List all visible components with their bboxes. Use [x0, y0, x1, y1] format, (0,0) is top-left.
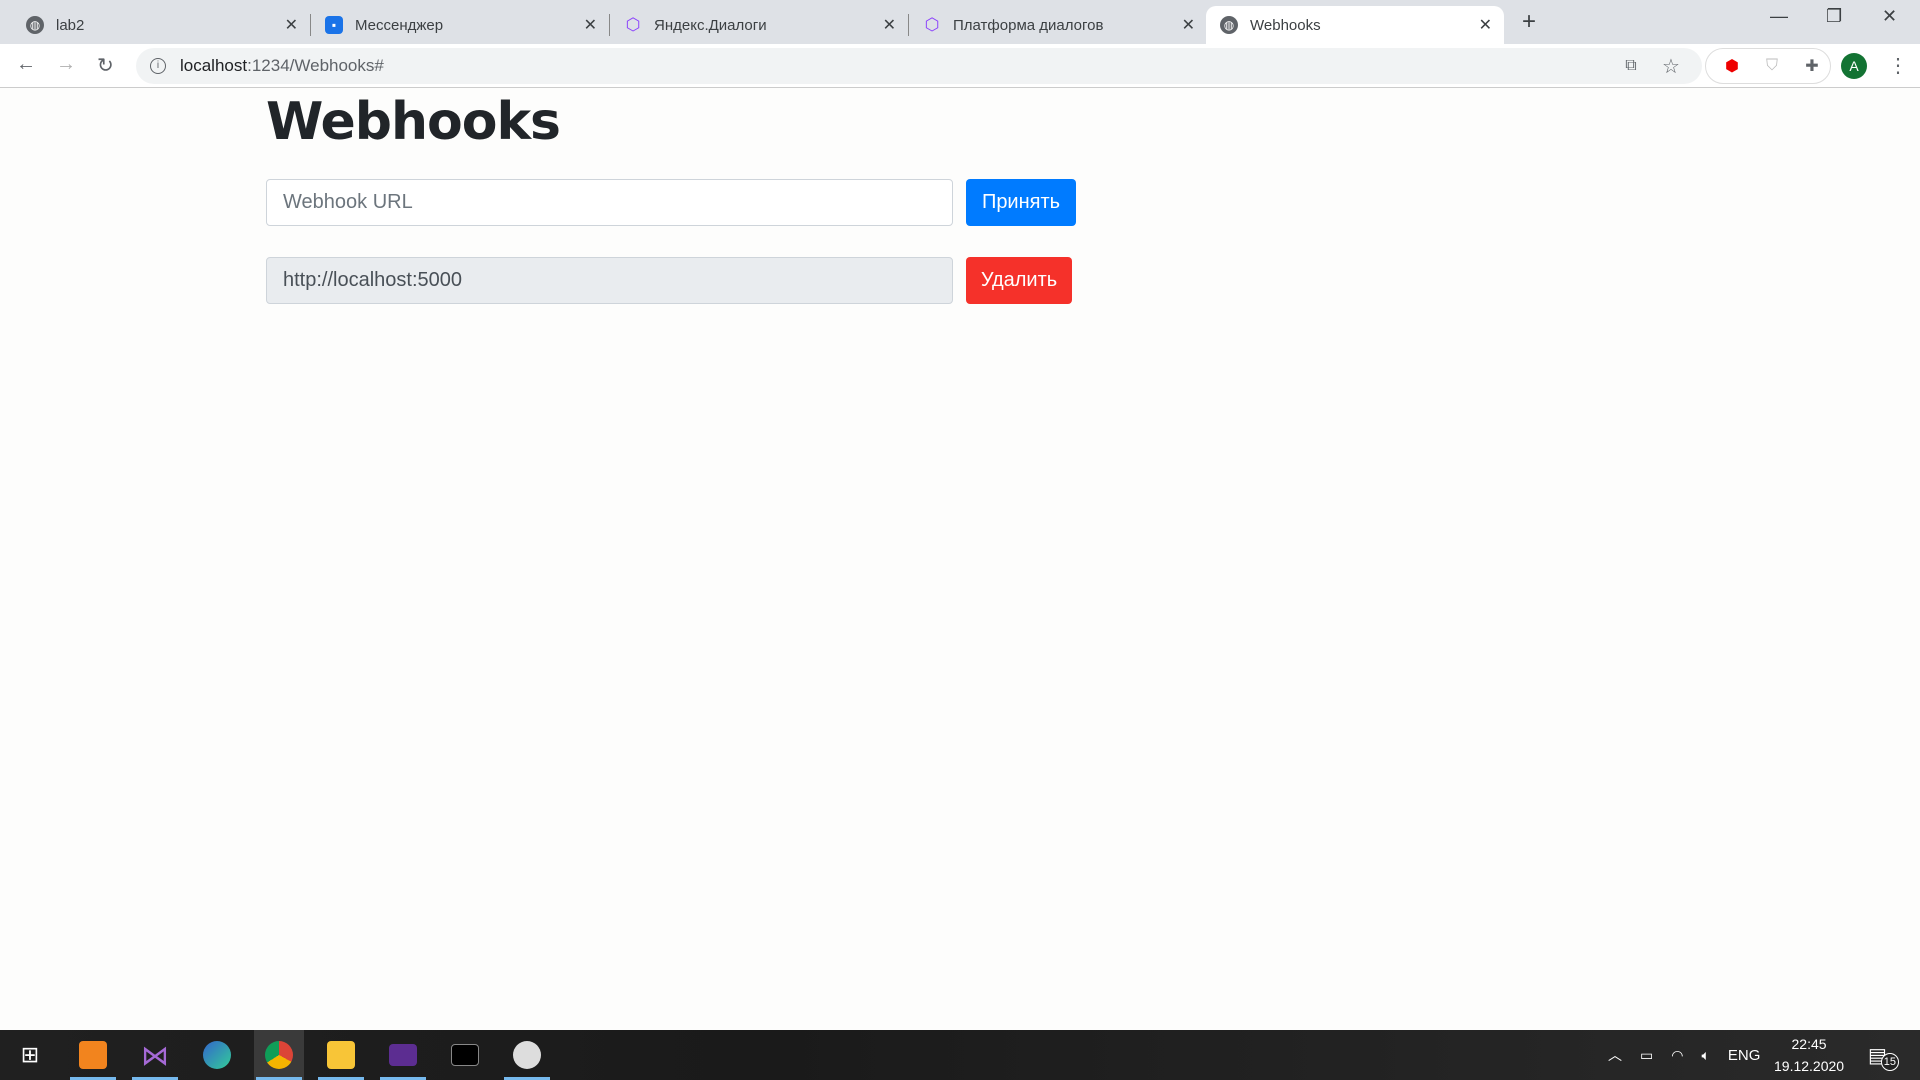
tab-title: lab2: [56, 16, 85, 34]
tab-bar: ◍ lab2 ✕ ▪ Мессенджер ✕ ⬡ Яндекс.Диалоги ✕ ⬡ Пл…: [0, 0, 1920, 44]
shield-icon[interactable]: ⛉: [1761, 55, 1783, 77]
sublime-icon: [79, 1041, 107, 1069]
webhook-url-field: http://localhost:5000: [266, 257, 953, 304]
taskbar-visual-studio[interactable]: ⋈: [130, 1030, 180, 1080]
windows-taskbar: ⊞ ⋈ ︿ ▭ ◠ 🔈︎ ENG 22:45 19.12.2020 ▤ 15: [0, 1030, 1920, 1080]
messenger-icon: ▪: [325, 16, 343, 34]
show-hidden-icons[interactable]: ︿: [1608, 1045, 1622, 1065]
new-tab-button[interactable]: +: [1522, 8, 1536, 36]
restore-button[interactable]: ❐: [1826, 6, 1842, 27]
tab-title: Webhooks: [1250, 16, 1321, 34]
back-button[interactable]: ←: [16, 53, 36, 76]
visual-studio-icon: ⋈: [141, 1039, 169, 1071]
info-icon[interactable]: i: [150, 58, 166, 74]
tab-lab2[interactable]: ◍ lab2 ✕: [12, 6, 311, 44]
url-path: :1234/Webhooks#: [247, 56, 384, 75]
tab-webhooks[interactable]: ◍ Webhooks ✕: [1206, 6, 1504, 44]
page-title: Webhooks: [266, 92, 561, 152]
taskbar-edge[interactable]: [192, 1030, 242, 1080]
chrome-icon: [265, 1041, 293, 1069]
browser-toolbar: ← → ↻ i localhost:1234/Webhooks# ⧉ ☆ ⬢ ⛉…: [0, 44, 1920, 88]
taskbar-terminal[interactable]: [440, 1030, 490, 1080]
battery-icon[interactable]: ▭: [1640, 1047, 1653, 1064]
tab-dialogs-platform[interactable]: ⬡ Платформа диалогов ✕: [909, 6, 1207, 44]
volume-icon[interactable]: 🔈︎: [1701, 1047, 1709, 1064]
start-button[interactable]: ⊞: [5, 1030, 55, 1080]
taskbar-sublime[interactable]: [68, 1030, 118, 1080]
accept-button[interactable]: Принять: [966, 179, 1076, 226]
windows-logo-icon: ⊞: [20, 1042, 40, 1067]
cube-icon: ⬡: [924, 15, 940, 34]
close-tab-icon[interactable]: ✕: [285, 15, 298, 35]
language-indicator[interactable]: ENG: [1728, 1047, 1761, 1064]
tab-yandex-dialogs[interactable]: ⬡ Яндекс.Диалоги ✕: [610, 6, 909, 44]
profile-avatar[interactable]: A: [1841, 53, 1867, 79]
wifi-icon[interactable]: ◠: [1671, 1047, 1683, 1064]
bookmark-star-icon[interactable]: ☆: [1660, 55, 1682, 78]
url-host: localhost: [180, 56, 248, 75]
notification-count: 15: [1880, 1053, 1899, 1071]
delete-button[interactable]: Удалить: [966, 257, 1072, 304]
taskbar-rider[interactable]: [378, 1030, 428, 1080]
folder-icon: [327, 1041, 355, 1069]
minimize-button[interactable]: —: [1770, 6, 1788, 27]
tab-title: Платформа диалогов: [953, 16, 1104, 34]
translate-icon[interactable]: ⧉: [1620, 55, 1642, 77]
close-tab-icon[interactable]: ✕: [1182, 15, 1195, 35]
system-tray: ︿ ▭ ◠ 🔈︎ ENG: [1608, 1030, 1760, 1080]
address-bar[interactable]: i localhost:1234/Webhooks# ⧉ ☆: [136, 48, 1702, 84]
taskbar-explorer[interactable]: [316, 1030, 366, 1080]
menu-kebab-icon[interactable]: ⋮: [1888, 53, 1908, 78]
globe-icon: ◍: [1220, 16, 1238, 34]
edge-icon: [203, 1041, 231, 1069]
globe-icon: ◍: [26, 16, 44, 34]
extensions-puzzle-icon[interactable]: ✚: [1801, 55, 1823, 77]
webhook-url-input[interactable]: Webhook URL: [266, 179, 953, 226]
close-window-button[interactable]: ✕: [1882, 6, 1897, 27]
forward-button[interactable]: →: [56, 53, 76, 76]
clock[interactable]: 22:45 19.12.2020: [1774, 1030, 1844, 1080]
clock-date: 19.12.2020: [1774, 1058, 1845, 1074]
close-tab-icon[interactable]: ✕: [883, 15, 896, 35]
adblock-icon[interactable]: ⬢: [1721, 55, 1743, 77]
cube-icon: ⬡: [625, 15, 641, 34]
reload-button[interactable]: ↻: [97, 53, 114, 78]
taskbar-paint[interactable]: [502, 1030, 552, 1080]
tab-title: Мессенджер: [355, 16, 444, 34]
action-center-button[interactable]: ▤ 15: [1868, 1030, 1899, 1080]
clock-time: 22:45: [1791, 1036, 1827, 1052]
close-tab-icon[interactable]: ✕: [584, 15, 597, 35]
taskbar-chrome[interactable]: [254, 1030, 304, 1080]
tab-title: Яндекс.Диалоги: [654, 16, 767, 34]
close-tab-icon[interactable]: ✕: [1479, 15, 1492, 35]
paint-icon: [513, 1041, 541, 1069]
tab-messenger[interactable]: ▪ Мессенджер ✕: [311, 6, 610, 44]
terminal-app-icon: [389, 1044, 417, 1066]
console-icon: [451, 1044, 479, 1066]
